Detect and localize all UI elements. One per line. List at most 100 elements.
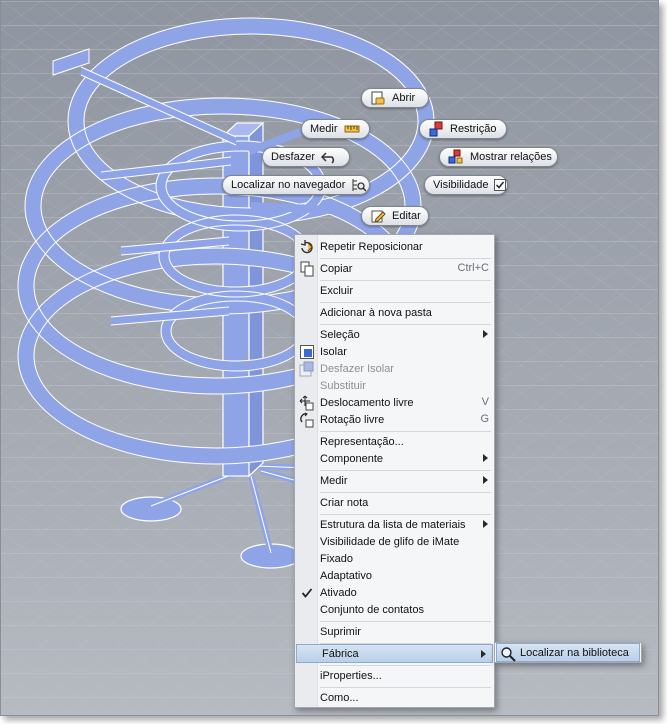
marking-visibility-button[interactable]: Visibilidade [424, 175, 508, 195]
menu-item-label: Fábrica [322, 647, 359, 660]
submenu-arrow-icon [481, 650, 486, 658]
menu-item-label: Fixado [320, 552, 354, 565]
menu-item-selection[interactable]: Seleção [295, 326, 494, 343]
menu-item-component[interactable]: Componente [295, 450, 494, 467]
marking-visibility-label: Visibilidade [433, 179, 489, 191]
menu-item-label: Copiar [320, 262, 353, 275]
marking-constraint-button[interactable]: Restrição [419, 119, 507, 139]
undo-isolate-icon [298, 360, 315, 377]
checkbox-checked-icon[interactable] [494, 179, 507, 191]
menu-item-repeat-reposition[interactable]: Repetir Reposicionar [295, 238, 494, 255]
menu-separator [320, 514, 491, 515]
menu-separator [320, 665, 491, 666]
submenu-arrow-icon [483, 520, 488, 528]
menu-separator [320, 621, 491, 622]
menu-separator [320, 687, 491, 688]
menu-separator [320, 492, 491, 493]
marking-find-browser-button[interactable]: Localizar no navegador [222, 175, 370, 195]
menu-item-label: Como... [320, 691, 359, 704]
menu-item-contact-set[interactable]: Conjunto de contatos [295, 601, 494, 618]
menu-item-label: Substituir [320, 379, 366, 392]
menu-item-replace[interactable]: Substituir [295, 377, 494, 394]
submenu-arrow-icon [483, 330, 488, 338]
graphics-window: Abrir Medir Restrição Desfazer Mostrar r… [0, 0, 659, 716]
checkmark-icon [298, 584, 315, 601]
pencil-edit-icon [371, 210, 386, 223]
menu-item-label: Componente [320, 452, 383, 465]
menu-item-bom-structure[interactable]: Estrutura da lista de materiais [295, 516, 494, 533]
menu-item-label: Medir [320, 474, 348, 487]
menu-item-free-move[interactable]: Deslocamento livre V [295, 394, 494, 411]
menu-item-representation[interactable]: Representação... [295, 433, 494, 450]
marking-find-browser-label: Localizar no navegador [231, 179, 346, 191]
menu-separator [320, 280, 491, 281]
menu-item-label: Ativado [320, 586, 357, 599]
menu-item-label: Deslocamento livre [320, 396, 414, 409]
menu-item-label: Excluir [320, 284, 354, 297]
menu-item-factory[interactable]: Fábrica [296, 644, 493, 663]
menu-item-iproperties[interactable]: iProperties... [295, 667, 494, 684]
marking-measure-button[interactable]: Medir [301, 119, 370, 139]
menu-item-how-to[interactable]: Como... [295, 689, 494, 706]
free-move-icon [298, 394, 315, 411]
open-icon [371, 91, 385, 105]
relations-icon [448, 149, 463, 164]
marking-edit-label: Editar [392, 210, 421, 222]
menu-item-label: Conjunto de contatos [320, 603, 424, 616]
menu-item-grounded[interactable]: Fixado [295, 550, 494, 567]
repeat-icon [298, 238, 315, 255]
menu-separator [320, 258, 491, 259]
menu-item-delete[interactable]: Excluir [295, 282, 494, 299]
marking-constraint-label: Restrição [450, 123, 497, 135]
menu-item-imate-glyph-visibility[interactable]: Visibilidade de glifo de iMate [295, 533, 494, 550]
marking-undo-button[interactable]: Desfazer [262, 147, 350, 167]
undo-arrow-icon [321, 152, 335, 164]
menu-item-label: Seleção [320, 328, 360, 341]
menu-item-label: Estrutura da lista de materiais [320, 518, 466, 531]
menu-item-shortcut: V [481, 396, 489, 408]
free-rotate-icon [298, 411, 315, 428]
menu-item-suppress[interactable]: Suprimir [295, 623, 494, 640]
menu-item-shortcut: Ctrl+C [457, 262, 489, 274]
menu-item-isolate[interactable]: Isolar [295, 343, 494, 360]
menu-item-label: Repetir Reposicionar [320, 240, 423, 253]
menu-item-label: Desfazer Isolar [320, 362, 394, 375]
browser-find-icon [352, 179, 367, 192]
submenu-item-find-in-library[interactable]: Localizar na biblioteca [496, 643, 640, 662]
ruler-icon [344, 125, 360, 133]
marking-show-relations-button[interactable]: Mostrar relações [439, 147, 558, 167]
menu-item-label: Rotação livre [320, 413, 385, 426]
menu-item-adaptive[interactable]: Adaptativo [295, 567, 494, 584]
menu-item-label: iProperties... [320, 669, 382, 682]
marking-open-button[interactable]: Abrir [361, 88, 429, 108]
isolate-icon [298, 343, 315, 360]
marking-measure-label: Medir [310, 123, 338, 135]
menu-item-create-note[interactable]: Criar nota [295, 494, 494, 511]
menu-item-free-rotate[interactable]: Rotação livre G [295, 411, 494, 428]
menu-item-enabled[interactable]: Ativado [295, 584, 494, 601]
marking-edit-button[interactable]: Editar [361, 206, 429, 226]
menu-separator [320, 302, 491, 303]
menu-item-shortcut: G [480, 413, 489, 425]
menu-item-undo-isolate[interactable]: Desfazer Isolar [295, 360, 494, 377]
magnifier-icon [499, 645, 516, 662]
menu-item-label: Suprimir [320, 625, 361, 638]
menu-separator [320, 324, 491, 325]
menu-item-measure[interactable]: Medir [295, 472, 494, 489]
submenu-arrow-icon [483, 454, 488, 462]
menu-item-add-new-folder[interactable]: Adicionar à nova pasta [295, 304, 494, 321]
menu-item-label: Representação... [320, 435, 404, 448]
menu-item-label: Criar nota [320, 496, 369, 509]
menu-item-label: Visibilidade de glifo de iMate [320, 535, 460, 548]
menu-item-copy[interactable]: Copiar Ctrl+C [295, 260, 494, 277]
constraint-icon [429, 121, 443, 137]
context-menu: Repetir Reposicionar Copiar Ctrl+C Exclu… [294, 234, 495, 708]
marking-undo-label: Desfazer [271, 151, 316, 163]
menu-item-label: Adaptativo [320, 569, 372, 582]
copy-icon [298, 260, 315, 277]
marking-open-label: Abrir [392, 92, 416, 104]
marking-show-relations-label: Mostrar relações [470, 151, 552, 163]
menu-separator [320, 431, 491, 432]
submenu-arrow-icon [483, 476, 488, 484]
submenu-item-label: Localizar na biblioteca [520, 646, 629, 659]
